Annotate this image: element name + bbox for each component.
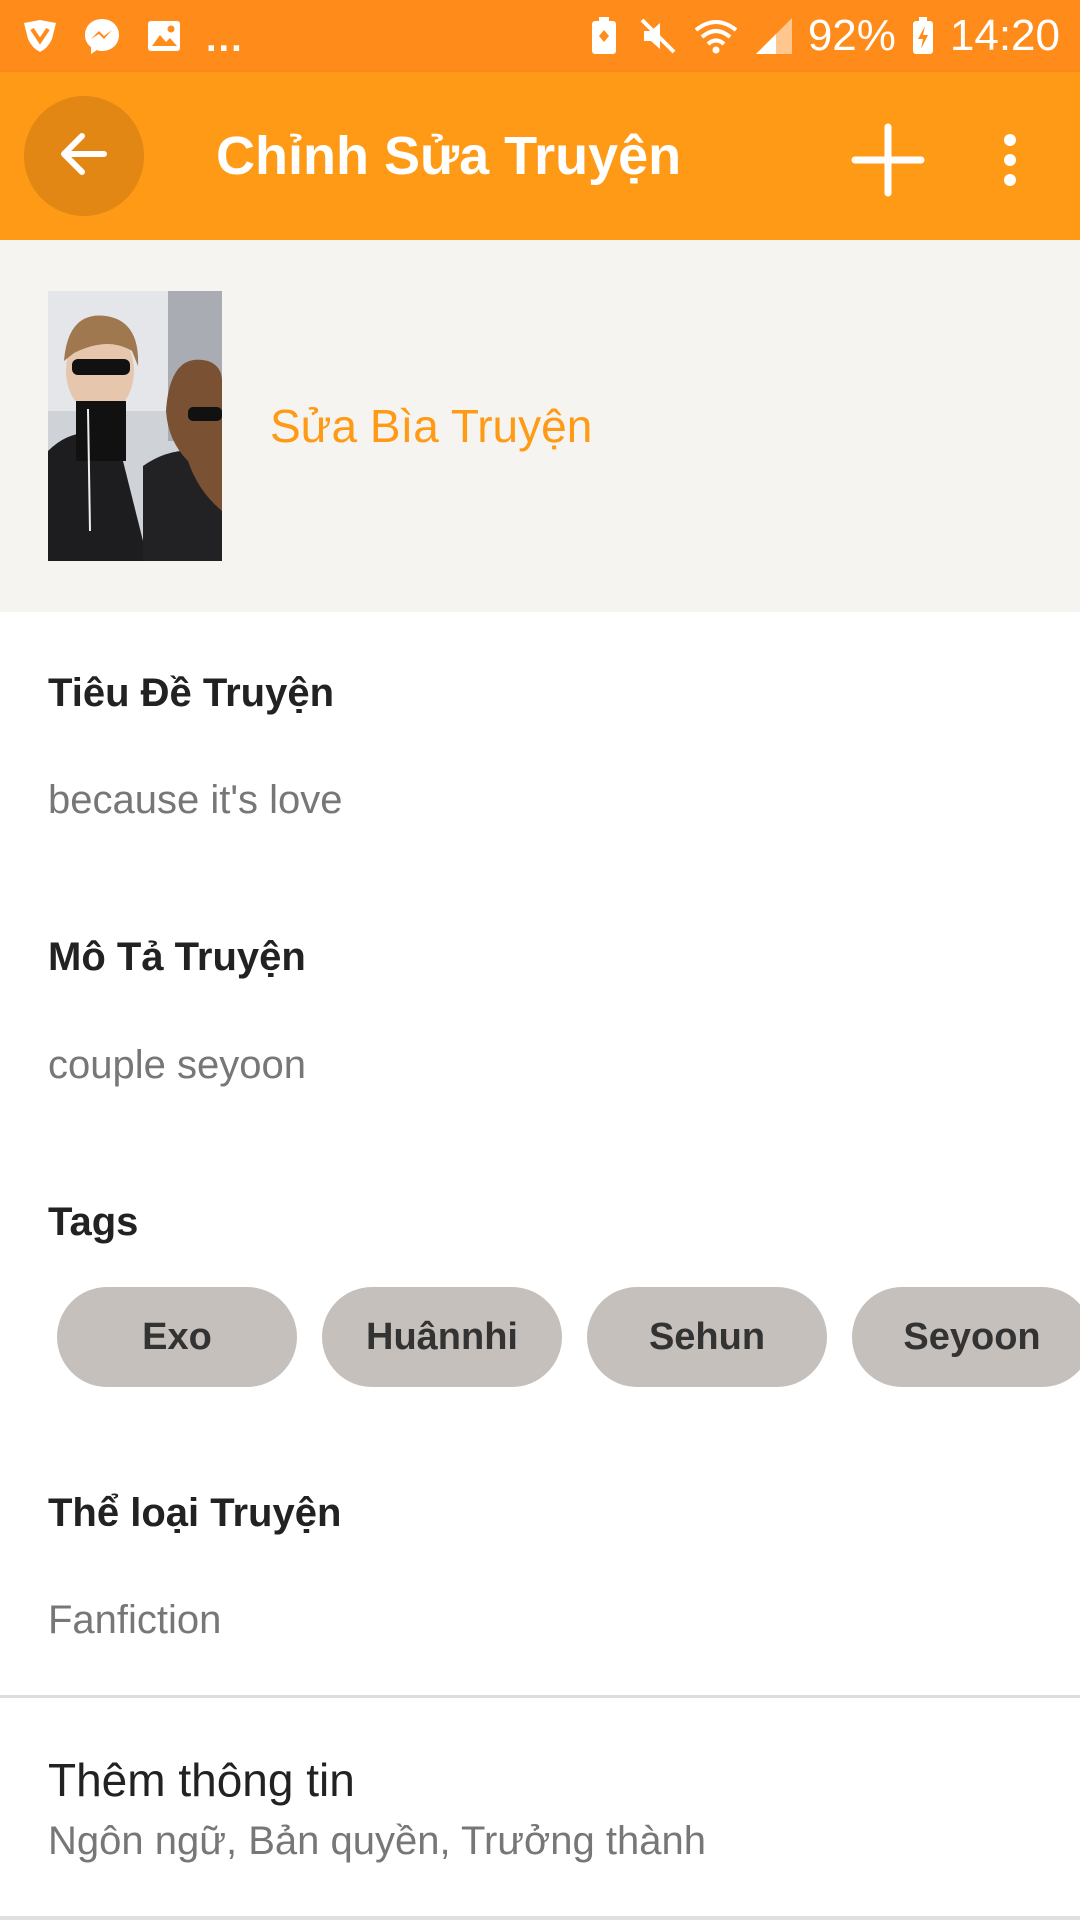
- story-category-label: Thể loại Truyện: [48, 1491, 342, 1535]
- back-button[interactable]: [24, 96, 144, 216]
- battery-percent: 92%: [807, 11, 896, 60]
- app-bar: Chỉnh Sửa Truyện: [0, 72, 1080, 240]
- more-vertical-icon: [1000, 130, 1020, 195]
- tag-chip[interactable]: Huânnhi: [322, 1287, 562, 1387]
- status-bar: ... 92% 14:20: [0, 0, 1080, 72]
- story-description-label: Mô Tả Truyện: [48, 935, 306, 979]
- cover-image[interactable]: [48, 291, 222, 561]
- messenger-icon: [82, 16, 122, 56]
- add-button[interactable]: [846, 120, 930, 204]
- tags-list: Exo Huânnhi Sehun Seyoon: [57, 1287, 1080, 1387]
- mute-icon: [638, 16, 678, 56]
- tag-chip[interactable]: Sehun: [587, 1287, 827, 1387]
- bottom-divider: [0, 1916, 1080, 1920]
- plus-icon: [851, 123, 925, 202]
- page-title: Chỉnh Sửa Truyện: [216, 126, 682, 186]
- cover-section: Sửa Bìa Truyện: [0, 240, 1080, 612]
- story-title-label: Tiêu Đề Truyện: [48, 671, 335, 715]
- story-title-field[interactable]: because it's love: [48, 775, 342, 825]
- story-description-field[interactable]: couple seyoon: [48, 1040, 306, 1090]
- overflow-menu-button[interactable]: [990, 120, 1030, 204]
- tag-chip[interactable]: Seyoon: [852, 1287, 1080, 1387]
- signal-icon: [754, 16, 794, 56]
- more-info-title: Thêm thông tin: [48, 1754, 355, 1806]
- clock-time: 14:20: [949, 11, 1060, 60]
- story-category-field[interactable]: Fanfiction: [48, 1595, 221, 1645]
- battery-charging-icon: [910, 16, 936, 56]
- edit-cover-link[interactable]: Sửa Bìa Truyện: [270, 398, 592, 454]
- more-notifications-indicator: ...: [206, 17, 244, 60]
- arrow-left-icon: [56, 126, 112, 187]
- more-info-row[interactable]: Thêm thông tin Ngôn ngữ, Bản quyền, Trưở…: [0, 1700, 1080, 1914]
- more-info-subtitle: Ngôn ngữ, Bản quyền, Trưởng thành: [48, 1819, 706, 1863]
- wifi-icon: [692, 16, 740, 56]
- battery-saver-icon: [584, 16, 624, 56]
- status-right-icons: 92% 14:20: [584, 11, 1060, 61]
- status-left-icons: ...: [20, 12, 244, 61]
- tags-label: Tags: [48, 1200, 139, 1244]
- shield-icon: [20, 16, 60, 56]
- gallery-icon: [144, 16, 184, 56]
- tag-chip[interactable]: Exo: [57, 1287, 297, 1387]
- section-divider: [0, 1695, 1080, 1698]
